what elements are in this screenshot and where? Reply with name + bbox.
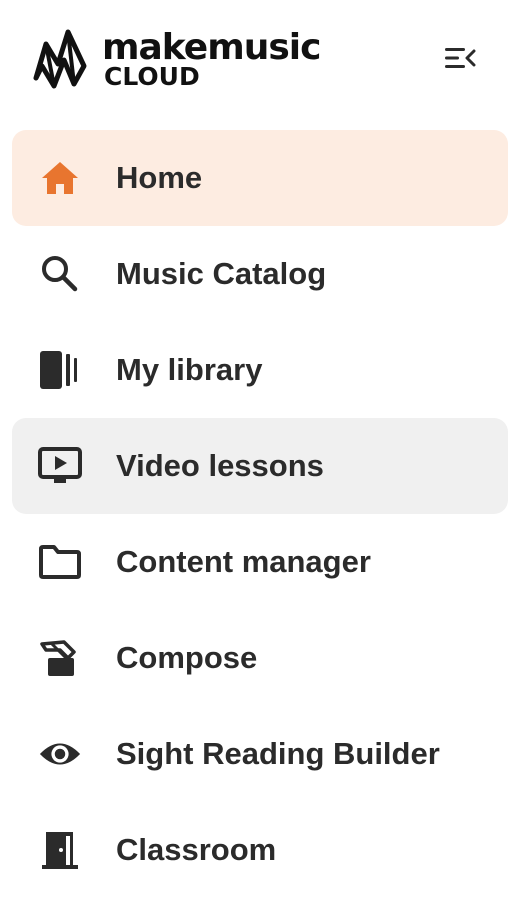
- collapse-sidebar-button[interactable]: [440, 40, 480, 76]
- nav-label-content-manager: Content manager: [116, 544, 371, 579]
- collapse-sidebar-icon: [445, 48, 476, 68]
- classroom-door-icon: [38, 830, 82, 870]
- brand-name: makemusic: [102, 27, 321, 68]
- nav-label-compose: Compose: [116, 640, 258, 675]
- library-icon: [38, 350, 82, 390]
- nav-label-my-library: My library: [116, 352, 263, 387]
- home-icon: [38, 158, 82, 198]
- eye-icon: [38, 734, 82, 774]
- main-navigation: Home Music Catalog My library Video less…: [12, 130, 508, 898]
- sidebar-header: makemusic CLOUD: [0, 0, 526, 120]
- nav-label-music-catalog: Music Catalog: [116, 256, 327, 291]
- makemusic-logo-icon: [33, 29, 87, 89]
- nav-item-sight-reading-builder[interactable]: Sight Reading Builder: [12, 706, 508, 802]
- brand-subtitle: CLOUD: [104, 62, 200, 91]
- nav-item-music-catalog[interactable]: Music Catalog: [12, 226, 508, 322]
- nav-label-home: Home: [116, 160, 203, 195]
- nav-item-content-manager[interactable]: Content manager: [12, 514, 508, 610]
- folder-icon: [38, 542, 82, 582]
- nav-label-video-lessons: Video lessons: [116, 448, 324, 483]
- brand-logo[interactable]: makemusic CLOUD: [30, 26, 321, 92]
- video-icon: [38, 446, 82, 486]
- nav-item-home[interactable]: Home: [12, 130, 508, 226]
- nav-label-sight-reading-builder: Sight Reading Builder: [116, 736, 440, 771]
- nav-label-classroom: Classroom: [116, 832, 277, 867]
- sidebar: makemusic CLOUD Home Music Catalog My li…: [0, 0, 526, 900]
- compose-icon: [38, 638, 82, 678]
- search-icon: [38, 254, 82, 294]
- nav-item-my-library[interactable]: My library: [12, 322, 508, 418]
- nav-item-classroom[interactable]: Classroom: [12, 802, 508, 898]
- nav-item-compose[interactable]: Compose: [12, 610, 508, 706]
- nav-item-video-lessons[interactable]: Video lessons: [12, 418, 508, 514]
